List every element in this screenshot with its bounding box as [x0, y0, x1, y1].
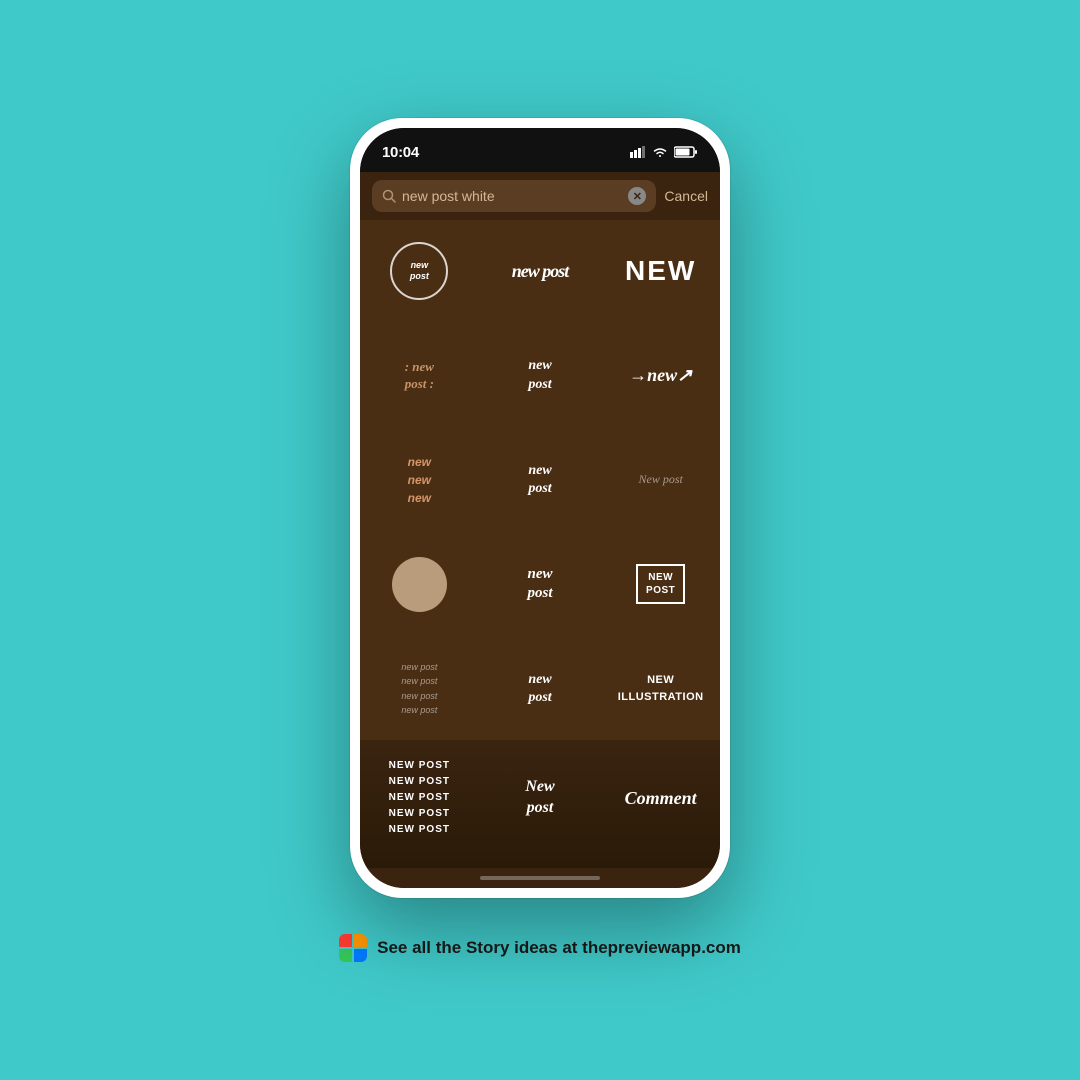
- app-logo: [339, 934, 367, 962]
- logo-q1: [339, 934, 352, 947]
- sticker-cell-5[interactable]: newpost: [481, 324, 600, 426]
- sticker-circle-cream: [392, 557, 447, 612]
- sticker-script2: newpost: [528, 462, 551, 498]
- sticker-stacked: NEW POSTNEW POSTNEW POSTNEW POSTNEW POST: [389, 758, 450, 838]
- logo-q3: [339, 949, 352, 962]
- wifi-icon: [652, 146, 668, 158]
- search-icon: [382, 189, 396, 203]
- bottom-cell-2[interactable]: Newpost: [481, 748, 600, 848]
- footer-text: See all the Story ideas at thepreviewapp…: [377, 938, 741, 958]
- sticker-cell-14[interactable]: newpost: [481, 638, 600, 740]
- search-bar: new post white ✕ Cancel: [360, 172, 720, 220]
- logo-q2: [354, 934, 367, 947]
- sticker-cell-8[interactable]: newpost: [481, 429, 600, 531]
- bottom-cell-3[interactable]: Comment: [601, 748, 720, 848]
- sticker-white-new-post: newpost: [528, 357, 551, 393]
- sticker-cell-4[interactable]: : newpost :: [360, 324, 479, 426]
- cancel-button[interactable]: Cancel: [664, 188, 708, 204]
- home-bar: [480, 876, 600, 880]
- phone-wrapper: 10:04: [350, 118, 730, 898]
- sticker-cursive2: Newpost: [525, 777, 554, 819]
- footer: See all the Story ideas at thepreviewapp…: [339, 918, 741, 962]
- sticker-triple-new: newnewnew: [408, 453, 431, 507]
- sticker-grid: newpost new post NEW : newpost : newpost…: [360, 220, 720, 740]
- search-clear-button[interactable]: ✕: [628, 187, 646, 205]
- sticker-cell-3[interactable]: NEW: [601, 220, 720, 322]
- battery-icon: [674, 146, 698, 158]
- sticker-circle-new-post: newpost: [390, 242, 448, 300]
- status-time: 10:04: [382, 144, 419, 161]
- phone-inner: 10:04: [360, 128, 720, 888]
- sticker-arrow-new: →new↗: [629, 365, 692, 386]
- sticker-cell-2[interactable]: new post: [481, 220, 600, 322]
- search-text: new post white: [402, 188, 622, 204]
- status-bar: 10:04: [360, 128, 720, 172]
- sticker-bold-new: NEW: [625, 255, 696, 287]
- search-input-area[interactable]: new post white ✕: [372, 180, 656, 212]
- sticker-cell-6[interactable]: →new↗: [601, 324, 720, 426]
- sticker-cell-11[interactable]: newpost: [481, 533, 600, 635]
- sticker-cursive-new-post: newpost: [528, 671, 551, 707]
- sticker-cell-13[interactable]: new postnew postnew postnew post: [360, 638, 479, 740]
- sticker-modern-new-post: newpost: [527, 565, 552, 604]
- sticker-cell-1[interactable]: newpost: [360, 220, 479, 322]
- home-indicator: [360, 868, 720, 888]
- sticker-cell-12[interactable]: NEWPOST: [601, 533, 720, 635]
- sticker-bold-new-illustration: NEWillustration: [618, 672, 704, 705]
- status-icons: [630, 146, 698, 158]
- sticker-comment: Comment: [625, 788, 697, 809]
- sticker-cell-7[interactable]: newnewnew: [360, 429, 479, 531]
- status-notch: [480, 138, 600, 166]
- bottom-bar: NEW POSTNEW POSTNEW POSTNEW POSTNEW POST…: [360, 740, 720, 868]
- sticker-dots-new-post: : newpost :: [405, 359, 434, 393]
- sticker-box-new-post: NEWPOST: [636, 564, 685, 604]
- sticker-script-new-post: new post: [512, 261, 569, 282]
- bottom-cell-1[interactable]: NEW POSTNEW POSTNEW POSTNEW POSTNEW POST: [360, 748, 479, 848]
- sticker-multi-line: new postnew postnew postnew post: [401, 660, 437, 718]
- sticker-cell-9[interactable]: New post: [601, 429, 720, 531]
- sticker-cell-15[interactable]: NEWillustration: [601, 638, 720, 740]
- sticker-light-new-post: New post: [638, 472, 682, 487]
- logo-q4: [354, 949, 367, 962]
- sticker-cell-10[interactable]: [360, 533, 479, 635]
- signal-icon: [630, 146, 646, 158]
